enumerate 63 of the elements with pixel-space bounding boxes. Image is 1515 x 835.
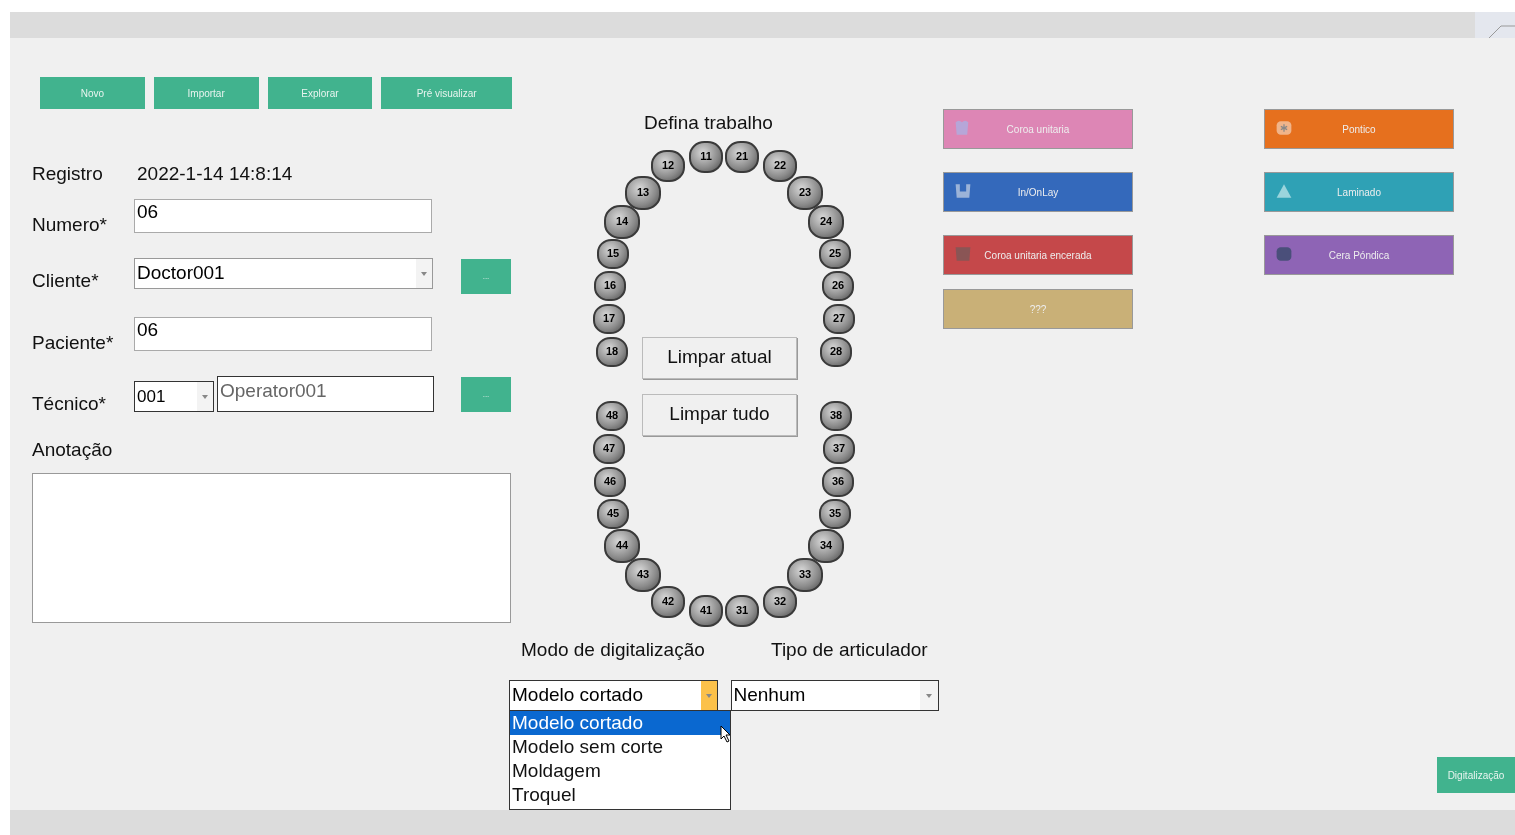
tooth[interactable]: 37 [823, 433, 855, 464]
dropdown-option[interactable]: Modelo cortado [510, 711, 730, 735]
caret-icon [705, 693, 712, 698]
field-label: Cliente* [32, 268, 100, 293]
dropdown-option[interactable]: Modelo sem corte [510, 735, 730, 759]
tooth[interactable]: 24 [808, 204, 844, 239]
field-label: Registro [32, 161, 104, 186]
tooth[interactable]: 31 [725, 594, 759, 627]
tooth[interactable]: 36 [822, 466, 854, 497]
combo-box[interactable]: 001 [134, 381, 214, 412]
clear-all-button[interactable]: Limpar tudo [642, 393, 797, 436]
clear-current-button[interactable]: Limpar atual [642, 336, 797, 379]
work-type-button[interactable]: Coroa unitaria encerada [943, 235, 1133, 275]
caret-icon [421, 271, 427, 276]
tooth[interactable]: 18 [596, 336, 628, 367]
chart-title: Defina trabalho [644, 111, 774, 135]
combo-box[interactable]: Doctor001 [134, 258, 433, 289]
tooth[interactable]: 34 [808, 528, 844, 563]
input-field[interactable]: Operator001 [217, 376, 434, 412]
tooth[interactable]: 33 [787, 557, 823, 592]
input-field[interactable]: 06 [134, 199, 432, 233]
tooth[interactable]: 32 [763, 585, 797, 618]
tooth[interactable]: 43 [625, 557, 661, 592]
date-text: 2022-1-14 14:8:14 [137, 161, 293, 186]
scan-mode-label: Modo de digitalização [521, 637, 706, 662]
field-label: Anotação [32, 438, 114, 462]
tooth[interactable]: 22 [763, 149, 797, 182]
tooth[interactable]: 44 [604, 528, 640, 563]
tooth[interactable]: 21 [725, 140, 759, 173]
work-type-button[interactable]: Cera Póndica [1264, 235, 1454, 275]
tooth[interactable]: 47 [593, 433, 625, 464]
tooth[interactable]: 14 [604, 204, 640, 239]
tooth[interactable]: 13 [625, 175, 661, 210]
input-field[interactable]: 06 [134, 317, 432, 351]
tooth[interactable]: 25 [819, 238, 851, 269]
tooth[interactable]: 38 [820, 400, 852, 431]
field-label: Numero* [32, 212, 108, 237]
work-type-button[interactable]: In/OnLay [943, 172, 1133, 212]
tooth[interactable]: 45 [597, 498, 629, 529]
field-label: Paciente* [32, 330, 115, 355]
tooth[interactable]: 35 [819, 498, 851, 529]
tooth[interactable]: 12 [651, 149, 685, 182]
articulator-label: Tipo de articulador [771, 637, 928, 662]
articulator-dropdown[interactable]: Nenhum [730, 680, 939, 711]
field-label: Técnico* [32, 391, 107, 416]
tooth[interactable]: 46 [594, 466, 626, 497]
tooth[interactable]: 27 [823, 303, 855, 334]
tooth[interactable]: 16 [594, 270, 626, 301]
tooth[interactable]: 11 [689, 140, 723, 173]
caret-icon [926, 693, 932, 698]
tooth[interactable]: 26 [822, 270, 854, 301]
caret-icon [202, 394, 208, 399]
dropdown-option[interactable]: Moldagem [510, 759, 730, 783]
tooth[interactable]: 15 [597, 238, 629, 269]
scan-mode-dropdown[interactable]: Modelo cortado [509, 680, 718, 711]
annotation-field[interactable] [32, 472, 511, 623]
tooth[interactable]: 23 [787, 175, 823, 210]
tooth[interactable]: 41 [689, 594, 723, 627]
tooth[interactable]: 42 [651, 585, 685, 618]
tooth[interactable]: 17 [593, 303, 625, 334]
tooth[interactable]: 48 [596, 400, 628, 431]
tooth[interactable]: 28 [820, 336, 852, 367]
dropdown-option[interactable]: Troquel [510, 783, 730, 807]
